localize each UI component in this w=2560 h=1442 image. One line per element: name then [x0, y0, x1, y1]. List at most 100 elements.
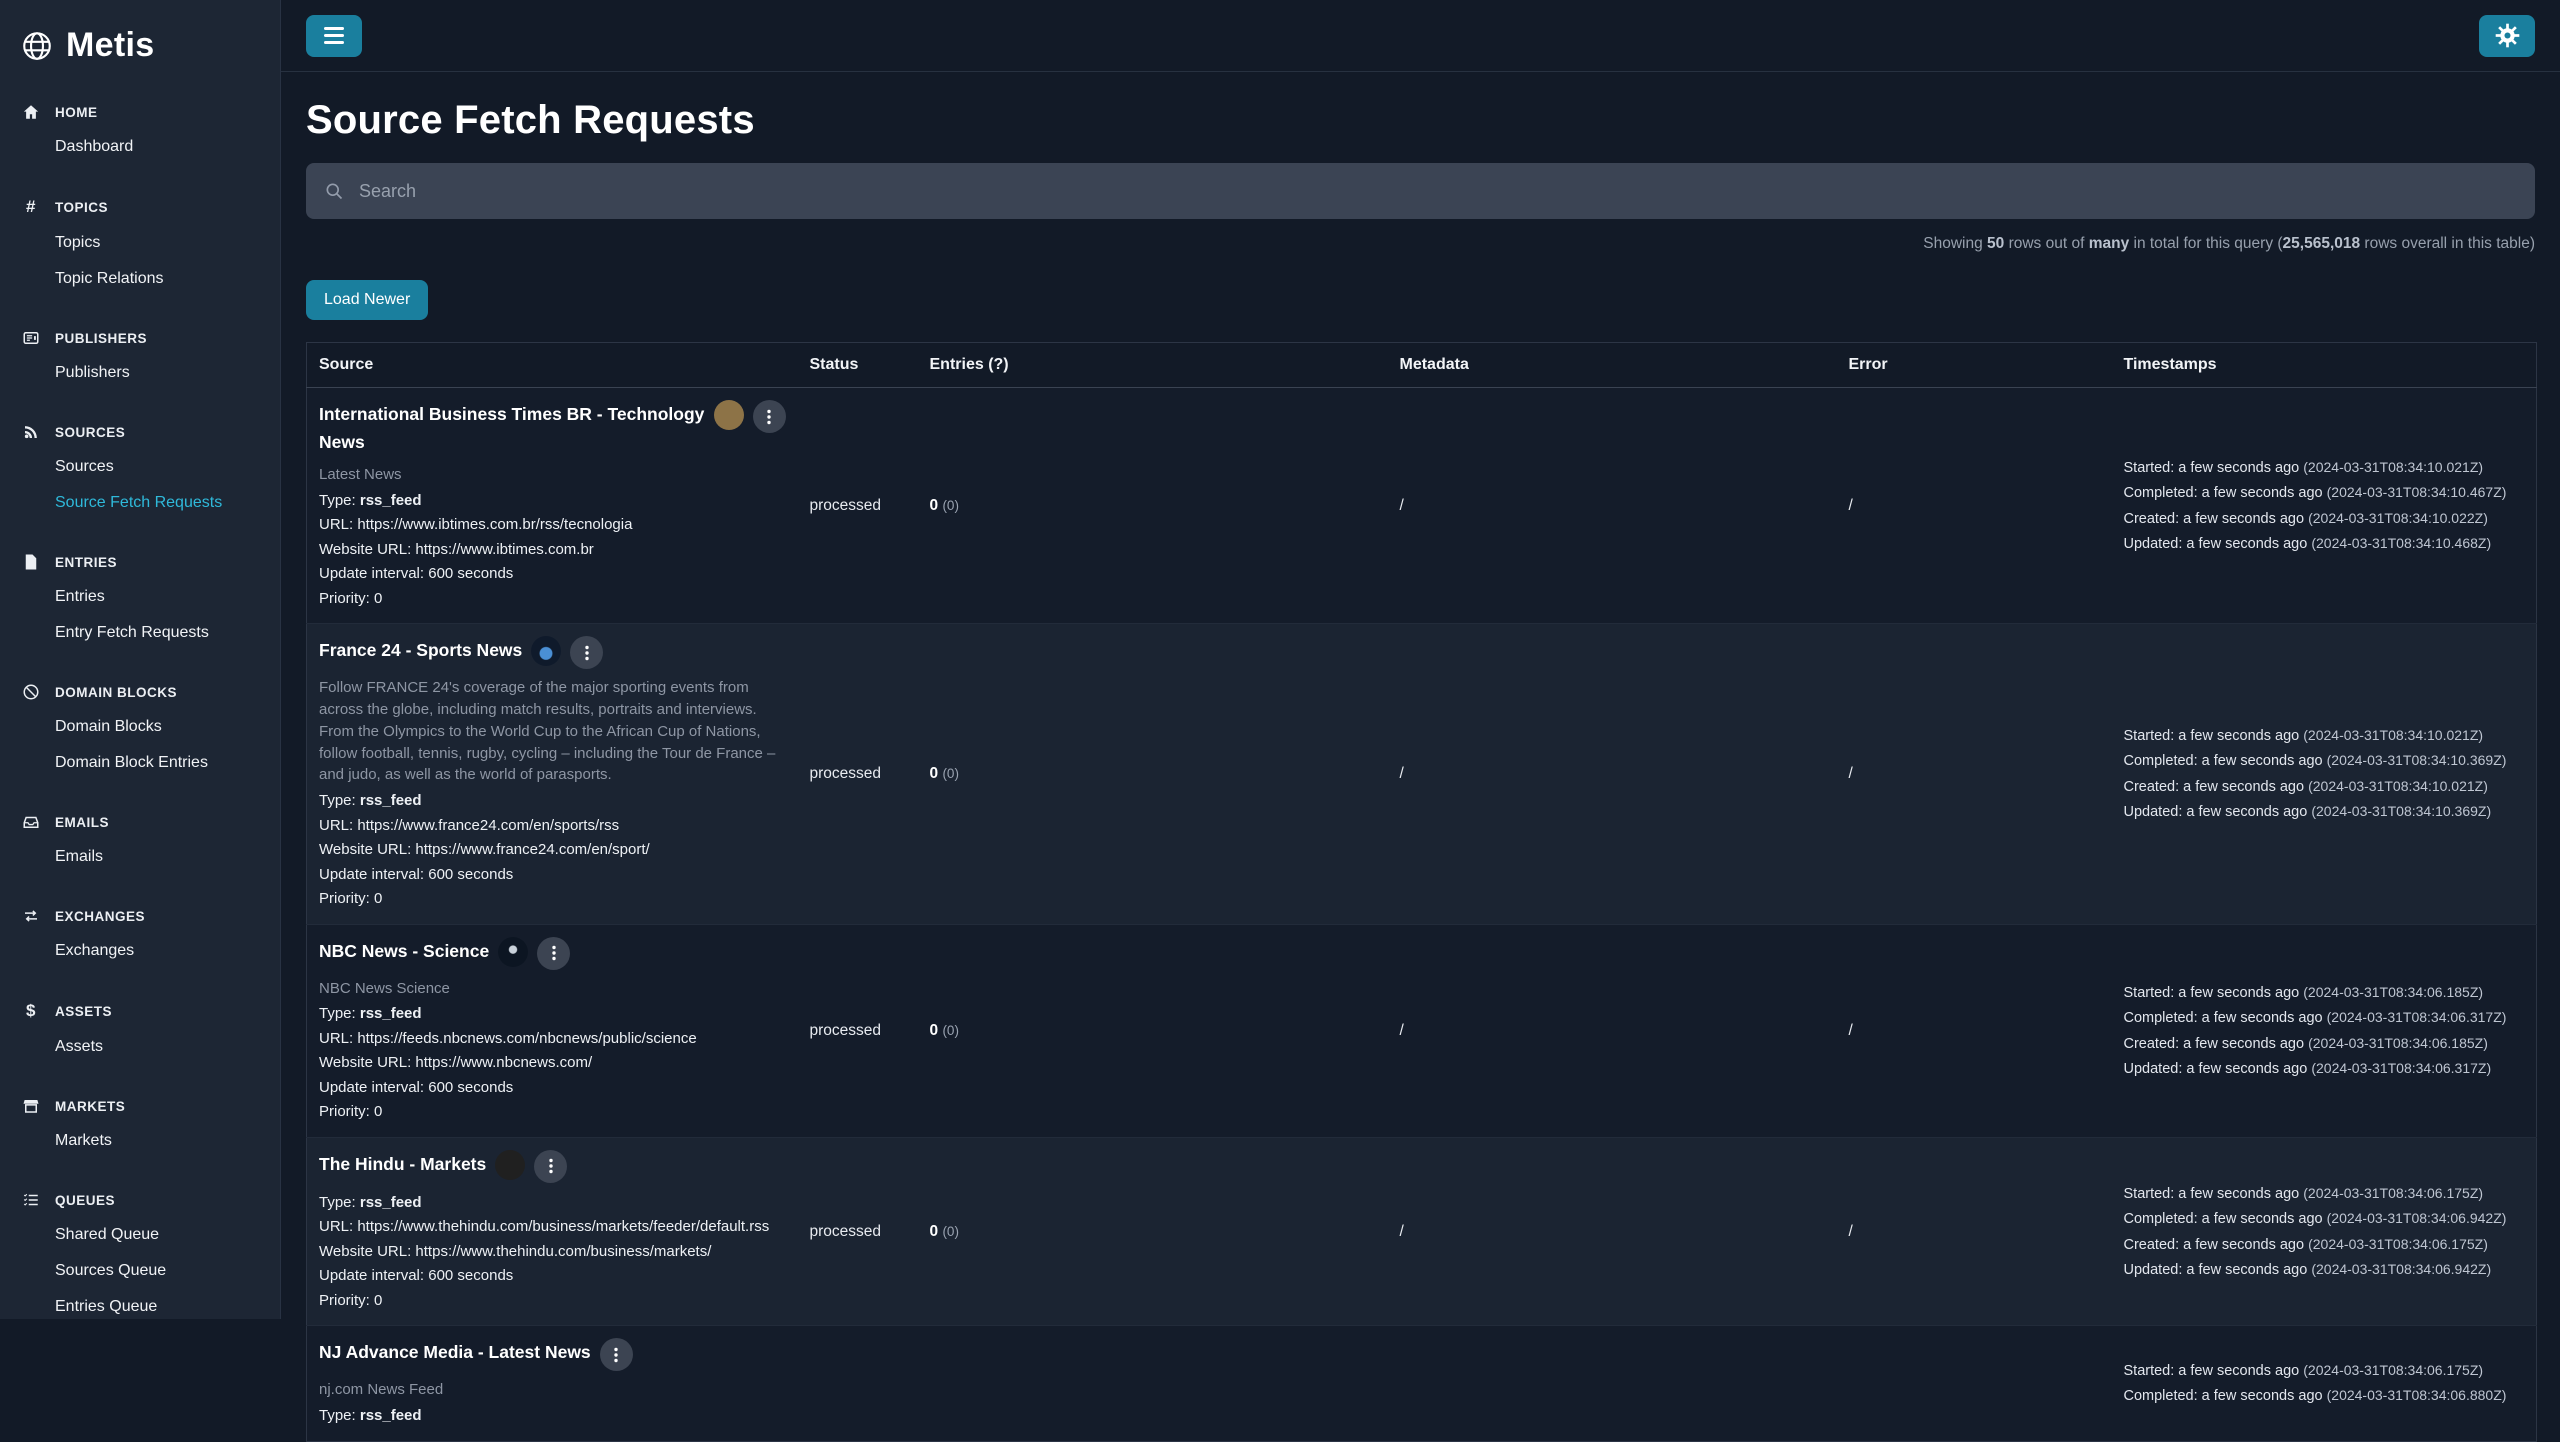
brand-name: Metis	[66, 26, 155, 64]
timestamp-completed: Completed: a few seconds ago (2024-03-31…	[2123, 1210, 2507, 1227]
ban-icon	[20, 683, 42, 701]
brand-logo: Metis	[0, 14, 280, 71]
home-icon	[20, 103, 42, 121]
ellipsis-icon	[549, 1159, 553, 1174]
timestamp-updated: Updated: a few seconds ago (2024-03-31T0…	[2123, 1261, 2492, 1278]
sidebar-item-assets[interactable]: Assets	[0, 1029, 280, 1065]
type-label: Type:	[319, 1193, 356, 1211]
source-cell: International Business Times BR - Techno…	[306, 387, 798, 624]
row-actions-button[interactable]	[752, 400, 786, 433]
entries-cell: 0 (0)	[917, 1137, 1388, 1326]
timestamp-started: Started: a few seconds ago (2024-03-31T0…	[2123, 458, 2484, 476]
gear-icon	[2495, 23, 2519, 48]
ellipsis-icon	[552, 945, 556, 961]
source-description: Follow FRANCE 24's coverage of the major…	[319, 679, 776, 784]
metadata-cell: /	[1387, 387, 1837, 624]
settings-button[interactable]	[2479, 14, 2535, 57]
source-website-url: Website URL: https://www.nbcnews.com/	[319, 1054, 593, 1072]
status-cell: processed	[797, 387, 918, 624]
sidebar-item-topic-relations[interactable]: Topic Relations	[0, 261, 280, 297]
source-priority: Priority: 0	[319, 589, 383, 607]
sidebar-section-queues: QUEUES	[0, 1183, 280, 1217]
sidebar-section-topics: # TOPICS	[0, 189, 280, 225]
sidebar-item-emails[interactable]: Emails	[0, 839, 280, 875]
sidebar-item-sources[interactable]: Sources	[0, 449, 280, 485]
sidebar-section-label: EXCHANGES	[55, 908, 146, 924]
timestamps-cell: Started: a few seconds ago (2024-03-31T0…	[2111, 387, 2537, 624]
sidebar-section-publishers: PUBLISHERS	[0, 321, 280, 355]
search-bar	[306, 163, 2535, 219]
rows-summary: Showing 50 rows out of many in total for…	[1923, 235, 2535, 252]
source-type: Type: rss_feed	[319, 489, 786, 514]
sidebar-section-label: DOMAIN BLOCKS	[55, 684, 177, 700]
sidebar-section-label: MARKETS	[55, 1098, 126, 1114]
search-input[interactable]	[357, 179, 2517, 203]
error-cell	[1836, 1325, 2112, 1441]
storefront-icon	[20, 1097, 42, 1115]
error-cell: /	[1836, 924, 2112, 1138]
sidebar-item-markets[interactable]: Markets	[0, 1123, 280, 1159]
sidebar-item-entries-queue[interactable]: Entries Queue	[0, 1289, 280, 1325]
table-row: France 24 - Sports News Follow FRANCE 24…	[306, 623, 2537, 924]
load-newer-button[interactable]: Load Newer	[306, 280, 429, 320]
sidebar-section-sources: SOURCES	[0, 415, 280, 449]
table-row: International Business Times BR - Techno…	[306, 387, 2537, 624]
timestamps-cell: Started: a few seconds ago (2024-03-31T0…	[2111, 924, 2537, 1138]
column-header-metadata: Metadata	[1387, 342, 1837, 388]
type-value: rss_feed	[359, 1407, 422, 1424]
sidebar-item-entry-fetch-requests[interactable]: Entry Fetch Requests	[0, 615, 280, 651]
sidebar-toggle-button[interactable]	[306, 14, 362, 57]
sidebar-item-domain-block-entries[interactable]: Domain Block Entries	[0, 745, 280, 781]
source-title: NBC News - Science	[319, 940, 490, 961]
sidebar-section-label: ENTRIES	[55, 554, 118, 570]
source-url: URL: https://feeds.nbcnews.com/nbcnews/p…	[319, 1029, 697, 1047]
type-value: rss_feed	[359, 1193, 422, 1211]
status-cell: processed	[797, 924, 918, 1138]
source-title: France 24 - Sports News	[319, 640, 523, 661]
timestamps-cell: Started: a few seconds ago (2024-03-31T0…	[2111, 1325, 2537, 1441]
table-row: NJ Advance Media - Latest News nj.com Ne…	[306, 1325, 2537, 1441]
timestamp-completed: Completed: a few seconds ago (2024-03-31…	[2123, 1387, 2507, 1405]
table-header-row: Source Status Entries (?) Metadata Error…	[306, 342, 2537, 388]
search-icon	[326, 183, 343, 200]
source-description: nj.com News Feed	[319, 1381, 444, 1399]
sidebar-item-dashboard[interactable]: Dashboard	[0, 129, 280, 165]
source-website-url: Website URL: https://www.thehindu.com/bu…	[319, 1242, 712, 1260]
sidebar-item-topics[interactable]: Topics	[0, 225, 280, 261]
source-cell: The Hindu - Markets Type: rss_feed URL: …	[306, 1137, 798, 1326]
timestamp-created: Created: a few seconds ago (2024-03-31T0…	[2123, 1235, 2488, 1253]
source-type: Type: rss_feed	[319, 789, 786, 814]
sidebar-item-sources-queue[interactable]: Sources Queue	[0, 1253, 280, 1289]
newspaper-icon	[20, 329, 42, 347]
source-favicon	[531, 636, 562, 667]
row-actions-button[interactable]	[599, 1338, 633, 1372]
source-cell: NBC News - Science NBC News Science Type…	[306, 924, 798, 1138]
source-cell: NJ Advance Media - Latest News nj.com Ne…	[306, 1325, 798, 1441]
sidebar-item-entries[interactable]: Entries	[0, 579, 280, 615]
source-favicon	[495, 1149, 526, 1180]
sidebar-section-home: HOME	[0, 95, 280, 129]
sidebar-section-label: HOME	[55, 104, 98, 120]
source-priority: Priority: 0	[319, 1103, 383, 1121]
source-update-interval: Update interval: 600 seconds	[319, 865, 514, 883]
sidebar-item-shared-queue[interactable]: Shared Queue	[0, 1217, 280, 1253]
rss-icon	[20, 423, 42, 441]
source-update-interval: Update interval: 600 seconds	[319, 1078, 514, 1096]
table-row: The Hindu - Markets Type: rss_feed URL: …	[306, 1137, 2537, 1326]
entries-cell: 0 (0)	[917, 387, 1388, 624]
sidebar-item-publishers[interactable]: Publishers	[0, 355, 280, 391]
sidebar-section-label: ASSETS	[55, 1003, 113, 1019]
sidebar-item-exchanges[interactable]: Exchanges	[0, 933, 280, 969]
row-actions-button[interactable]	[537, 936, 571, 970]
row-actions-button[interactable]	[570, 636, 604, 670]
ellipsis-icon	[614, 1347, 618, 1362]
row-actions-button[interactable]	[534, 1149, 568, 1183]
exchange-arrows-icon	[20, 907, 42, 925]
source-description: NBC News Science	[319, 979, 450, 997]
sidebar-section-label: QUEUES	[55, 1192, 116, 1208]
hamburger-icon	[324, 27, 344, 30]
sidebar-item-source-fetch-requests[interactable]: Source Fetch Requests	[0, 485, 280, 521]
sidebar-section-assets: $ ASSETS	[0, 993, 280, 1029]
metadata-cell: /	[1387, 924, 1837, 1138]
sidebar-item-domain-blocks[interactable]: Domain Blocks	[0, 709, 280, 745]
